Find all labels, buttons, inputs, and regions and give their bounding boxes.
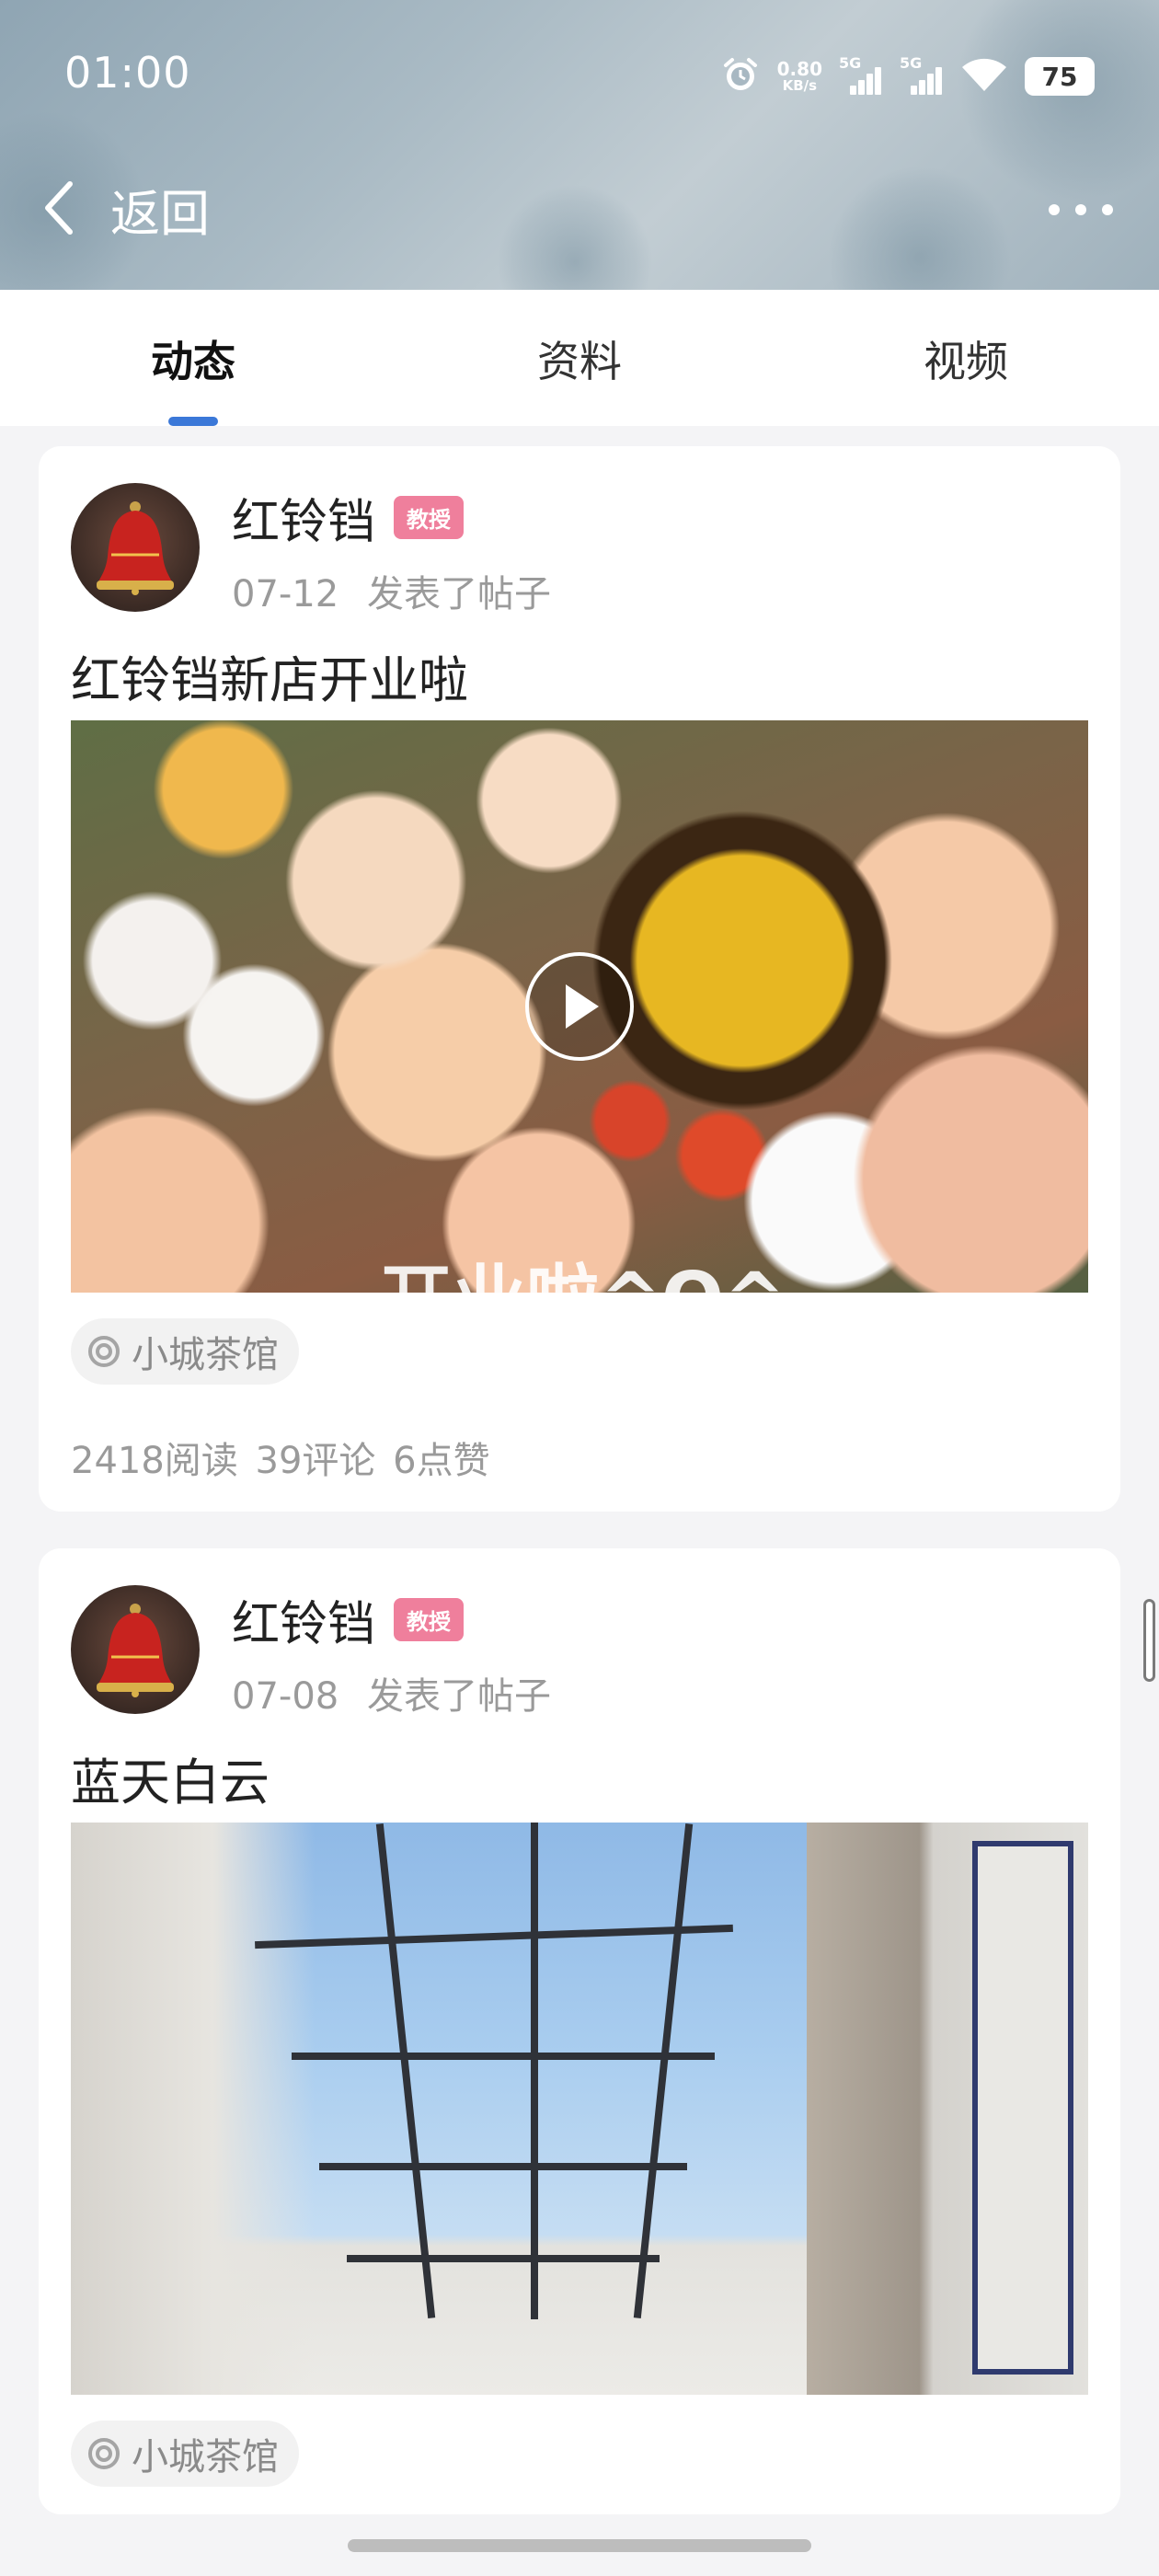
back-button[interactable]: 返回 — [40, 173, 210, 246]
author-name[interactable]: 红铃铛 — [232, 1585, 375, 1654]
scrollbar-thumb[interactable] — [1143, 1599, 1155, 1682]
wall-poster — [972, 1841, 1073, 2375]
tab-label: 资料 — [537, 337, 622, 386]
post-meta: 07-08 发表了帖子 — [232, 1666, 551, 1719]
sim2-label: 5G — [900, 54, 923, 72]
video-overlay-text: 开业啦^O^ — [379, 1240, 786, 1293]
post-card[interactable]: 红铃铛 教授 07-08 发表了帖子 蓝天白云 小城茶馆 — [39, 1548, 1120, 2514]
location-tag[interactable]: 小城茶馆 — [71, 1318, 299, 1385]
tab-profile[interactable]: 资料 — [386, 290, 773, 426]
post-title[interactable]: 红铃铛新店开业啦 — [71, 639, 468, 712]
tab-label: 动态 — [151, 337, 235, 386]
status-icons: 0.80 KB/s 5G 5G 75 — [720, 51, 1095, 102]
sim1-label: 5G — [839, 54, 862, 72]
author-row: 红铃铛 教授 — [232, 483, 465, 552]
network-speed: 0.80 KB/s — [777, 60, 822, 94]
nav-bar: 返回 — [0, 166, 1159, 258]
bell-logo-icon — [97, 1604, 174, 1697]
play-icon — [566, 984, 599, 1029]
tab-label: 视频 — [924, 337, 1008, 386]
tab-videos[interactable]: 视频 — [773, 290, 1159, 426]
location-tag[interactable]: 小城茶馆 — [71, 2421, 299, 2487]
post-meta: 07-12 发表了帖子 — [232, 564, 551, 617]
status-time: 01:00 — [64, 48, 191, 98]
status-bar: 01:00 0.80 KB/s 5G 5G 75 — [0, 0, 1159, 152]
active-tab-indicator — [168, 417, 218, 426]
location-target-icon — [88, 2438, 120, 2469]
post-action: 发表了帖子 — [366, 573, 551, 615]
read-count: 2418阅读 — [71, 1440, 238, 1482]
post-card[interactable]: 红铃铛 教授 07-12 发表了帖子 红铃铛新店开业啦 开业啦^O^ 小城茶馆 … — [39, 446, 1120, 1512]
signal-icon: 5G — [900, 54, 944, 97]
post-title[interactable]: 蓝天白云 — [71, 1742, 270, 1814]
wifi-icon — [960, 56, 1008, 97]
post-stats: 2418阅读 39评论 6点赞 — [71, 1431, 490, 1484]
tab-dynamics[interactable]: 动态 — [0, 290, 386, 426]
location-name: 小城茶馆 — [132, 2436, 279, 2478]
home-indicator[interactable] — [348, 2539, 811, 2552]
network-speed-value: 0.80 — [776, 57, 822, 80]
location-name: 小城茶馆 — [132, 1334, 279, 1376]
battery-indicator: 75 — [1025, 57, 1095, 96]
post-image[interactable] — [71, 1823, 1088, 2395]
network-speed-unit: KB/s — [782, 76, 818, 94]
author-badge: 教授 — [394, 496, 465, 539]
more-options-button[interactable] — [1049, 191, 1113, 228]
location-target-icon — [88, 1336, 120, 1367]
post-action: 发表了帖子 — [366, 1675, 551, 1718]
like-count: 6点赞 — [393, 1440, 490, 1482]
alarm-icon — [720, 54, 761, 98]
author-name[interactable]: 红铃铛 — [232, 483, 375, 552]
play-button[interactable] — [525, 952, 634, 1061]
author-row: 红铃铛 教授 — [232, 1585, 465, 1654]
signal-icon: 5G — [839, 54, 883, 97]
post-video-thumbnail[interactable]: 开业啦^O^ — [71, 720, 1088, 1293]
back-label: 返回 — [110, 185, 210, 243]
chevron-left-icon — [40, 178, 77, 241]
more-dots-icon — [1049, 204, 1060, 215]
avatar[interactable] — [71, 483, 200, 612]
post-date: 07-08 — [232, 1675, 339, 1718]
avatar[interactable] — [71, 1585, 200, 1714]
post-date: 07-12 — [232, 573, 339, 615]
author-badge: 教授 — [394, 1598, 465, 1641]
profile-header: 01:00 0.80 KB/s 5G 5G 75 返回 — [0, 0, 1159, 290]
comment-count: 39评论 — [255, 1440, 376, 1482]
bell-logo-icon — [97, 501, 174, 595]
profile-tabs: 动态 资料 视频 — [0, 290, 1159, 426]
